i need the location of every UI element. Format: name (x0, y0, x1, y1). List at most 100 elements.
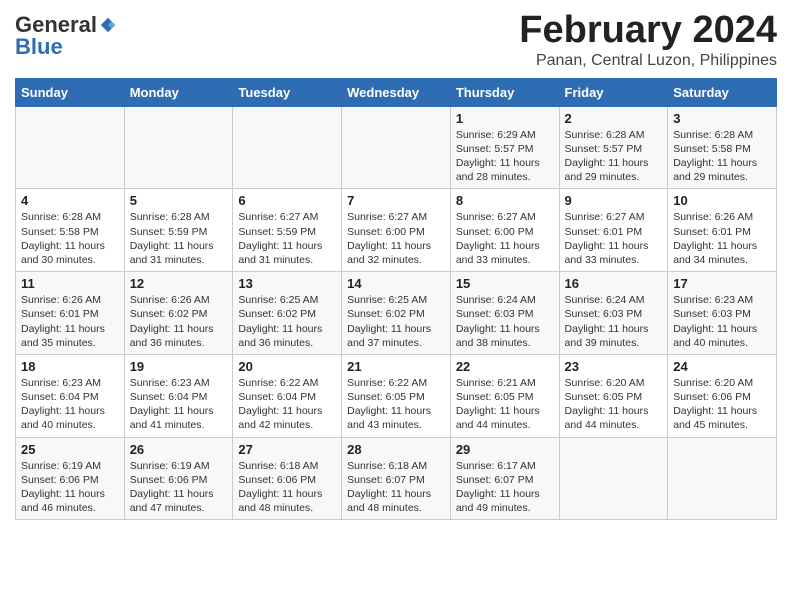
day-number: 8 (456, 193, 554, 208)
day-number: 13 (238, 276, 336, 291)
calendar-header-row: SundayMondayTuesdayWednesdayThursdayFrid… (16, 78, 777, 106)
day-number: 1 (456, 111, 554, 126)
day-number: 29 (456, 442, 554, 457)
day-info: Sunrise: 6:23 AMSunset: 6:03 PMDaylight:… (673, 293, 771, 350)
calendar-cell: 21 Sunrise: 6:22 AMSunset: 6:05 PMDayligh… (342, 354, 451, 437)
calendar-cell: 4 Sunrise: 6:28 AMSunset: 5:58 PMDaylight… (16, 189, 125, 272)
calendar-cell: 11Sunrise: 6:26 AMSunset: 6:01 PMDayligh… (16, 272, 125, 355)
day-info: Sunrise: 6:28 AMSunset: 5:59 PMDaylight:… (130, 210, 228, 267)
weekday-header: Wednesday (342, 78, 451, 106)
weekday-header: Monday (124, 78, 233, 106)
day-number: 3 (673, 111, 771, 126)
day-number: 2 (565, 111, 663, 126)
calendar-cell: 26 Sunrise: 6:19 AMSunset: 6:06 PMDayligh… (124, 437, 233, 520)
calendar-cell: 12 Sunrise: 6:26 AMSunset: 6:02 PMDayligh… (124, 272, 233, 355)
day-number: 25 (21, 442, 119, 457)
day-info: Sunrise: 6:25 AMSunset: 6:02 PMDaylight:… (347, 293, 445, 350)
day-info: Sunrise: 6:28 AMSunset: 5:57 PMDaylight:… (565, 128, 663, 185)
day-info: Sunrise: 6:26 AMSunset: 6:02 PMDaylight:… (130, 293, 228, 350)
weekday-header: Saturday (668, 78, 777, 106)
day-info: Sunrise: 6:27 AMSunset: 5:59 PMDaylight:… (238, 210, 336, 267)
weekday-header: Thursday (450, 78, 559, 106)
calendar-week-row: 25 Sunrise: 6:19 AMSunset: 6:06 PMDayligh… (16, 437, 777, 520)
title-block: February 2024 Panan, Central Luzon, Phil… (519, 10, 777, 70)
day-number: 15 (456, 276, 554, 291)
day-info: Sunrise: 6:18 AMSunset: 6:06 PMDaylight:… (238, 459, 336, 516)
calendar-cell: 27 Sunrise: 6:18 AMSunset: 6:06 PMDayligh… (233, 437, 342, 520)
day-number: 5 (130, 193, 228, 208)
calendar-cell: 2 Sunrise: 6:28 AMSunset: 5:57 PMDaylight… (559, 106, 668, 189)
calendar-cell: 10Sunrise: 6:26 AMSunset: 6:01 PMDayligh… (668, 189, 777, 272)
logo-blue: Blue (15, 36, 63, 58)
day-info: Sunrise: 6:19 AMSunset: 6:06 PMDaylight:… (130, 459, 228, 516)
calendar-cell: 5 Sunrise: 6:28 AMSunset: 5:59 PMDaylight… (124, 189, 233, 272)
day-info: Sunrise: 6:27 AMSunset: 6:00 PMDaylight:… (347, 210, 445, 267)
calendar-week-row: 11Sunrise: 6:26 AMSunset: 6:01 PMDayligh… (16, 272, 777, 355)
day-info: Sunrise: 6:29 AMSunset: 5:57 PMDaylight:… (456, 128, 554, 185)
day-number: 26 (130, 442, 228, 457)
day-number: 11 (21, 276, 119, 291)
page-title: February 2024 (519, 10, 777, 52)
day-number: 7 (347, 193, 445, 208)
day-number: 21 (347, 359, 445, 374)
day-info: Sunrise: 6:25 AMSunset: 6:02 PMDaylight:… (238, 293, 336, 350)
calendar-cell: 20 Sunrise: 6:22 AMSunset: 6:04 PMDayligh… (233, 354, 342, 437)
calendar-cell: 19 Sunrise: 6:23 AMSunset: 6:04 PMDayligh… (124, 354, 233, 437)
day-number: 18 (21, 359, 119, 374)
day-info: Sunrise: 6:24 AMSunset: 6:03 PMDaylight:… (565, 293, 663, 350)
day-info: Sunrise: 6:21 AMSunset: 6:05 PMDaylight:… (456, 376, 554, 433)
day-info: Sunrise: 6:20 AMSunset: 6:05 PMDaylight:… (565, 376, 663, 433)
day-number: 24 (673, 359, 771, 374)
day-info: Sunrise: 6:19 AMSunset: 6:06 PMDaylight:… (21, 459, 119, 516)
calendar-cell: 18 Sunrise: 6:23 AMSunset: 6:04 PMDayligh… (16, 354, 125, 437)
day-number: 20 (238, 359, 336, 374)
calendar-cell (233, 106, 342, 189)
day-number: 23 (565, 359, 663, 374)
day-number: 9 (565, 193, 663, 208)
calendar-cell: 7 Sunrise: 6:27 AMSunset: 6:00 PMDaylight… (342, 189, 451, 272)
day-info: Sunrise: 6:28 AMSunset: 5:58 PMDaylight:… (21, 210, 119, 267)
calendar-cell: 17 Sunrise: 6:23 AMSunset: 6:03 PMDayligh… (668, 272, 777, 355)
calendar-cell (124, 106, 233, 189)
day-number: 16 (565, 276, 663, 291)
calendar-cell: 28Sunrise: 6:18 AMSunset: 6:07 PMDayligh… (342, 437, 451, 520)
day-info: Sunrise: 6:22 AMSunset: 6:04 PMDaylight:… (238, 376, 336, 433)
day-info: Sunrise: 6:24 AMSunset: 6:03 PMDaylight:… (456, 293, 554, 350)
logo-icon (99, 16, 117, 34)
day-info: Sunrise: 6:26 AMSunset: 6:01 PMDaylight:… (673, 210, 771, 267)
page-header: General Blue February 2024 Panan, Centra… (15, 10, 777, 70)
day-number: 19 (130, 359, 228, 374)
day-info: Sunrise: 6:22 AMSunset: 6:05 PMDaylight:… (347, 376, 445, 433)
calendar-cell (668, 437, 777, 520)
calendar-cell: 3Sunrise: 6:28 AMSunset: 5:58 PMDaylight… (668, 106, 777, 189)
day-info: Sunrise: 6:23 AMSunset: 6:04 PMDaylight:… (21, 376, 119, 433)
day-number: 6 (238, 193, 336, 208)
calendar-week-row: 1 Sunrise: 6:29 AMSunset: 5:57 PMDaylight… (16, 106, 777, 189)
day-number: 27 (238, 442, 336, 457)
day-info: Sunrise: 6:20 AMSunset: 6:06 PMDaylight:… (673, 376, 771, 433)
day-number: 17 (673, 276, 771, 291)
calendar-cell: 14Sunrise: 6:25 AMSunset: 6:02 PMDayligh… (342, 272, 451, 355)
day-info: Sunrise: 6:23 AMSunset: 6:04 PMDaylight:… (130, 376, 228, 433)
day-number: 4 (21, 193, 119, 208)
weekday-header: Friday (559, 78, 668, 106)
day-info: Sunrise: 6:18 AMSunset: 6:07 PMDaylight:… (347, 459, 445, 516)
calendar-cell: 29 Sunrise: 6:17 AMSunset: 6:07 PMDayligh… (450, 437, 559, 520)
calendar-cell (342, 106, 451, 189)
calendar-cell: 22Sunrise: 6:21 AMSunset: 6:05 PMDayligh… (450, 354, 559, 437)
calendar-cell: 24 Sunrise: 6:20 AMSunset: 6:06 PMDayligh… (668, 354, 777, 437)
calendar-week-row: 18 Sunrise: 6:23 AMSunset: 6:04 PMDayligh… (16, 354, 777, 437)
weekday-header: Sunday (16, 78, 125, 106)
day-info: Sunrise: 6:17 AMSunset: 6:07 PMDaylight:… (456, 459, 554, 516)
calendar-week-row: 4 Sunrise: 6:28 AMSunset: 5:58 PMDaylight… (16, 189, 777, 272)
logo-general: General (15, 14, 97, 36)
page-subtitle: Panan, Central Luzon, Philippines (519, 52, 777, 70)
weekday-header: Tuesday (233, 78, 342, 106)
calendar-cell (559, 437, 668, 520)
calendar-cell: 9Sunrise: 6:27 AMSunset: 6:01 PMDaylight… (559, 189, 668, 272)
logo: General Blue (15, 14, 117, 58)
day-number: 12 (130, 276, 228, 291)
calendar-cell: 6 Sunrise: 6:27 AMSunset: 5:59 PMDaylight… (233, 189, 342, 272)
calendar-cell (16, 106, 125, 189)
calendar-cell: 25 Sunrise: 6:19 AMSunset: 6:06 PMDayligh… (16, 437, 125, 520)
